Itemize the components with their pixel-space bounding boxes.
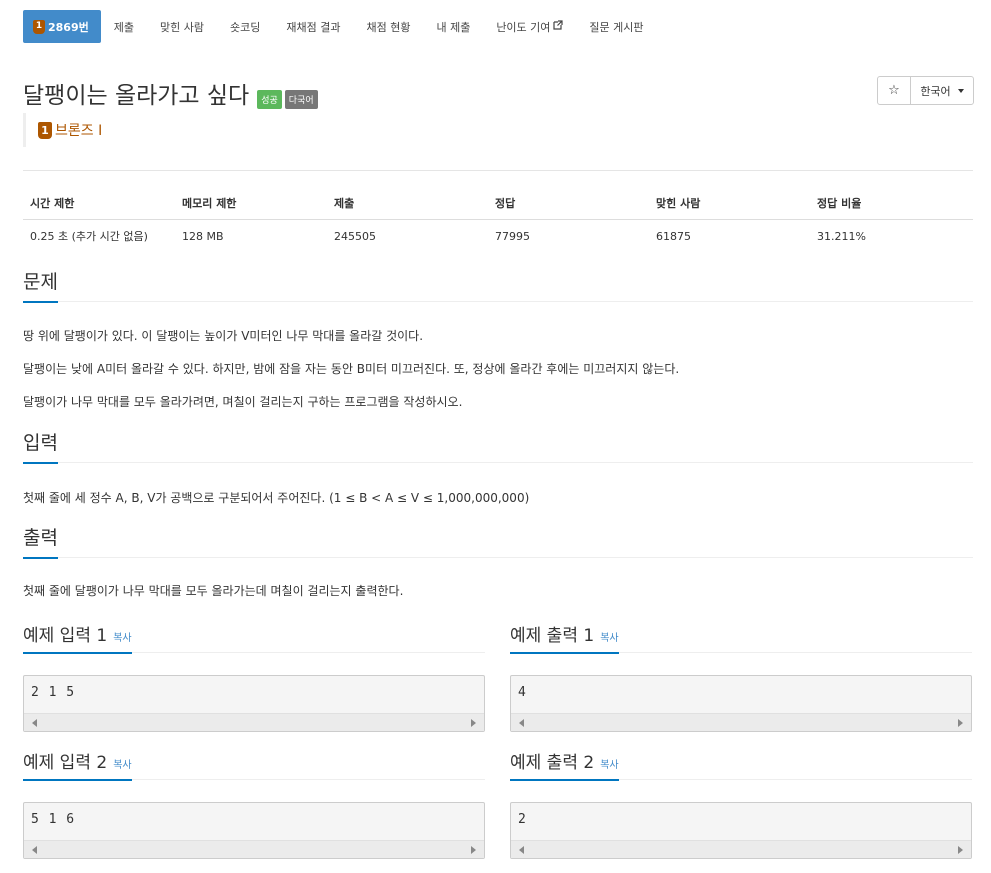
sample-code: 2 1 5 — [31, 685, 76, 700]
section-title: 문제 — [23, 267, 58, 303]
star-button[interactable]: ☆ — [878, 77, 911, 104]
section-title: 입력 — [23, 428, 58, 464]
multilang-badge: 다국어 — [284, 89, 318, 109]
table-header: 시간 제한 — [23, 187, 175, 220]
table-cell: 245505 — [334, 229, 376, 243]
success-badge: 성공 — [257, 89, 282, 109]
problem-section-header: 문제 — [23, 266, 973, 303]
tab-status[interactable]: 채점 현황 — [353, 10, 423, 43]
copy-button[interactable]: 복사 — [113, 633, 131, 644]
sample-title: 예제 입력 2 — [23, 753, 108, 773]
input-section-header: 입력 — [23, 427, 973, 464]
tab-short-coding[interactable]: 숏코딩 — [217, 10, 273, 43]
arrow-right-icon[interactable] — [958, 719, 963, 727]
table-header-row: 시간 제한 메모리 제한 제출 정답 맞힌 사람 정답 비율 — [23, 187, 973, 220]
sample-code-box[interactable]: 2 1 5 — [23, 675, 485, 732]
tab-problem[interactable]: 1 2869번 — [23, 10, 101, 43]
problem-page: 1 2869번 제출 맞힌 사람 숏코딩 재채점 결과 채점 현황 내 제출 난… — [0, 0, 991, 873]
table-cell: 61875 — [656, 229, 691, 243]
table-cell: 0.25 초 (추가 시간 없음) — [30, 230, 148, 243]
tab-rejudge-results[interactable]: 재채점 결과 — [273, 10, 353, 43]
sample-code: 4 — [518, 685, 527, 700]
problem-description: 달팽이는 낮에 A미터 올라갈 수 있다. 하지만, 밤에 잠을 자는 동안 B… — [23, 362, 680, 376]
bronze-tier-icon: 1 — [33, 19, 45, 34]
tab-question-board[interactable]: 질문 게시판 — [576, 10, 656, 43]
table-cell: 31.211% — [817, 229, 866, 243]
arrow-right-icon[interactable] — [471, 846, 476, 854]
sample-input-1: 예제 입력 1 복사 2 1 5 — [23, 624, 485, 732]
table-row: 0.25 초 (추가 시간 없음) 128 MB 245505 77995 61… — [23, 220, 973, 253]
tab-label: 2869번 — [48, 20, 89, 34]
problem-tabs: 1 2869번 제출 맞힌 사람 숏코딩 재채점 결과 채점 현황 내 제출 난… — [23, 10, 657, 43]
sample-code-box[interactable]: 4 — [510, 675, 972, 732]
tab-label: 난이도 기여 — [496, 20, 551, 34]
section-title: 출력 — [23, 523, 58, 559]
arrow-left-icon[interactable] — [32, 846, 37, 854]
copy-button[interactable]: 복사 — [600, 760, 618, 771]
table-header: 정답 — [488, 187, 649, 220]
sample-output-1: 예제 출력 1 복사 4 — [510, 624, 972, 732]
table-header: 제출 — [327, 187, 488, 220]
table-header: 메모리 제한 — [175, 187, 327, 220]
star-icon: ☆ — [888, 83, 900, 98]
sample-title: 예제 출력 1 — [510, 626, 595, 646]
title-row: 달팽이는 올라가고 싶다 성공 다국어 — [23, 76, 318, 110]
arrow-left-icon[interactable] — [519, 846, 524, 854]
sample-input-2: 예제 입력 2 복사 5 1 6 — [23, 751, 485, 859]
table-cell: 128 MB — [182, 229, 224, 243]
tab-difficulty-contribution[interactable]: 난이도 기여 — [483, 10, 576, 43]
copy-button[interactable]: 복사 — [600, 633, 618, 644]
copy-button[interactable]: 복사 — [113, 760, 131, 771]
output-description: 첫째 줄에 달팽이가 나무 막대를 모두 올라가는데 며칠이 걸리는지 출력한다… — [23, 584, 404, 598]
title-actions: ☆ 한국어 — [877, 76, 974, 105]
horizontal-scrollbar[interactable] — [511, 840, 971, 858]
sample-title: 예제 입력 1 — [23, 626, 108, 646]
problem-tier[interactable]: 1 브론즈 I — [23, 113, 102, 147]
divider — [23, 170, 973, 171]
problem-info-table: 시간 제한 메모리 제한 제출 정답 맞힌 사람 정답 비율 0.25 초 (추… — [23, 187, 973, 252]
tier-label: 브론즈 I — [55, 123, 103, 139]
sample-title: 예제 출력 2 — [510, 753, 595, 773]
page-title: 달팽이는 올라가고 싶다 — [23, 83, 250, 109]
tab-my-submissions[interactable]: 내 제출 — [423, 10, 483, 43]
horizontal-scrollbar[interactable] — [24, 840, 484, 858]
problem-description: 땅 위에 달팽이가 있다. 이 달팽이는 높이가 V미터인 나무 막대를 올라갈… — [23, 329, 424, 343]
sample-code-box[interactable]: 5 1 6 — [23, 802, 485, 859]
horizontal-scrollbar[interactable] — [24, 713, 484, 731]
arrow-left-icon[interactable] — [519, 719, 524, 727]
input-description: 첫째 줄에 세 정수 A, B, V가 공백으로 구분되어서 주어진다. (1 … — [23, 491, 530, 505]
horizontal-scrollbar[interactable] — [511, 713, 971, 731]
arrow-right-icon[interactable] — [471, 719, 476, 727]
problem-description: 달팽이가 나무 막대를 모두 올라가려면, 며칠이 걸리는지 구하는 프로그램을… — [23, 395, 463, 409]
arrow-left-icon[interactable] — [32, 719, 37, 727]
sample-code: 2 — [518, 812, 527, 827]
chevron-down-icon — [957, 88, 964, 93]
external-link-icon — [553, 20, 564, 33]
tab-solved-users[interactable]: 맞힌 사람 — [147, 10, 217, 43]
tab-submit[interactable]: 제출 — [101, 10, 147, 43]
table-header: 정답 비율 — [810, 187, 973, 220]
language-dropdown[interactable]: 한국어 — [911, 77, 973, 104]
table-cell: 77995 — [495, 229, 530, 243]
sample-code: 5 1 6 — [31, 812, 76, 827]
bronze-tier-icon: 1 — [38, 121, 52, 139]
language-label: 한국어 — [920, 84, 951, 98]
output-section-header: 출력 — [23, 522, 973, 559]
sample-code-box[interactable]: 2 — [510, 802, 972, 859]
arrow-right-icon[interactable] — [958, 846, 963, 854]
sample-output-2: 예제 출력 2 복사 2 — [510, 751, 972, 859]
table-header: 맞힌 사람 — [649, 187, 810, 220]
